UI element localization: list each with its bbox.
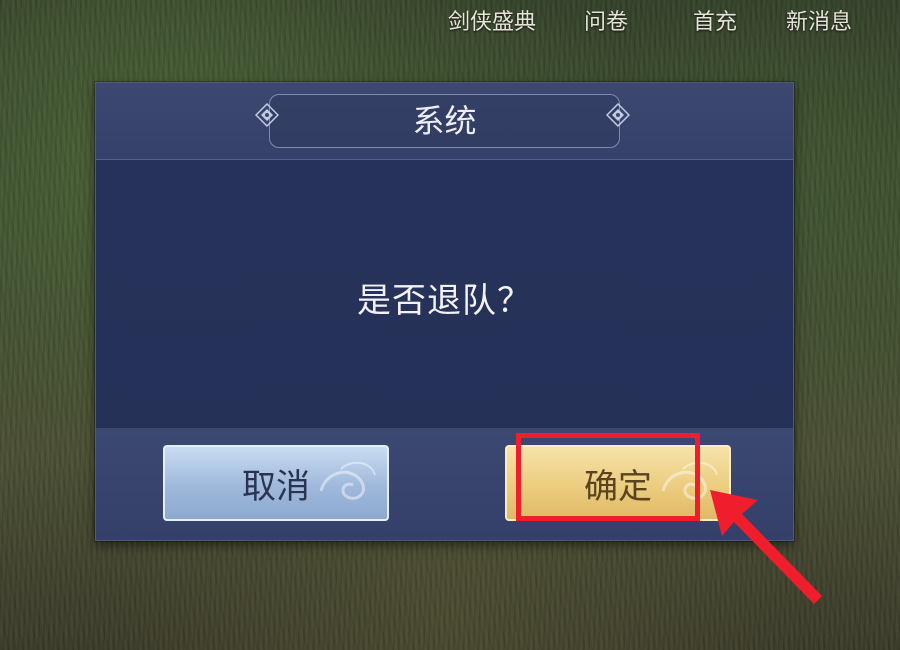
menu-item-new-messages[interactable]: 新消息	[786, 4, 852, 36]
top-menu-bar: 剑侠盛典 问卷 首充 新消息	[0, 0, 900, 42]
menu-item-festival[interactable]: 剑侠盛典	[448, 4, 536, 36]
menu-item-survey[interactable]: 问卷	[584, 4, 628, 36]
cloud-pattern-icon	[319, 461, 376, 500]
menu-item-first-recharge[interactable]: 首充	[693, 4, 737, 36]
red-arrow-icon	[710, 490, 822, 604]
cancel-button[interactable]: 取消	[163, 445, 389, 521]
dialog-title: 系统	[412, 102, 477, 140]
dialog-message: 是否退队？	[357, 281, 532, 321]
cancel-button-label: 取消	[242, 466, 310, 507]
highlight-box	[516, 433, 700, 521]
dialog-header: 系统	[96, 83, 793, 160]
